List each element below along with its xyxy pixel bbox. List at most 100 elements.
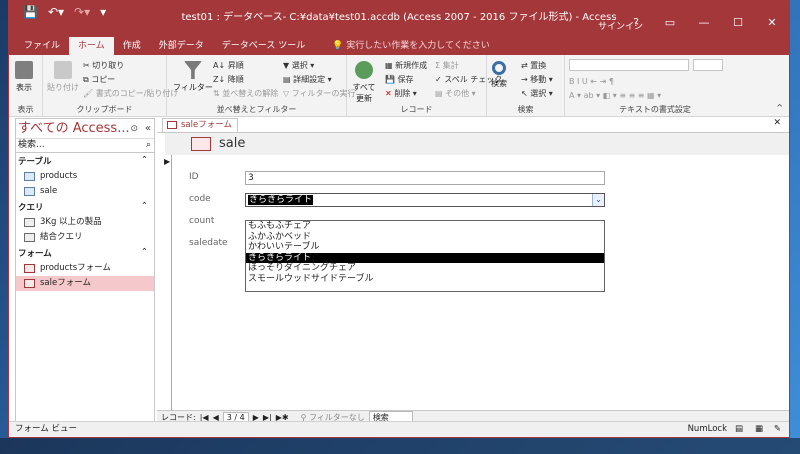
selection-button[interactable]: ▼ 選択 ▾ <box>283 60 314 71</box>
tab-database-tools[interactable]: データベース ツール <box>213 37 314 55</box>
maximize-button[interactable]: ☐ <box>721 1 755 37</box>
layout-view-icon[interactable]: ▦ <box>755 422 763 437</box>
nav-header-title: すべての Access... <box>18 121 130 136</box>
nav-item-sale[interactable]: sale <box>16 184 154 199</box>
tab-create[interactable]: 作成 <box>114 37 150 55</box>
sort-filter-group-caption: 並べ替えとフィルター <box>216 105 297 114</box>
nav-item-sale-form[interactable]: saleフォーム <box>16 276 154 291</box>
tell-me-box[interactable]: 💡 実行したい作業を入力してください <box>314 37 490 55</box>
nav-section-forms[interactable]: フォーム ⌃ <box>16 245 154 261</box>
dropdown-option[interactable]: スモールウッドサイドテーブル <box>246 274 604 285</box>
nav-item-label: saleフォーム <box>40 278 91 288</box>
nav-section-queries[interactable]: クエリ ⌃ <box>16 199 154 215</box>
taskbar <box>0 438 800 454</box>
descending-label: 降順 <box>227 75 244 84</box>
dropdown-option[interactable]: ほっそりダイニングチェア <box>246 263 604 274</box>
tab-external-data[interactable]: 外部データ <box>150 37 213 55</box>
chevron-down-icon[interactable]: ⌄ <box>592 194 604 206</box>
dropdown-option[interactable]: かわいいテーブル <box>246 242 604 253</box>
bold-italic-underline[interactable]: B I U ⇤ ⇥ ¶ <box>569 77 614 86</box>
filter-button[interactable]: フィルター <box>173 61 213 93</box>
format-painter-button[interactable]: 🖌 書式のコピー/貼り付け <box>83 88 178 99</box>
form-header-icon <box>191 137 211 151</box>
goto-button[interactable]: → 移動 ▾ <box>521 74 553 85</box>
refresh-all-label: すべて更新 <box>352 83 376 103</box>
collapse-ribbon-icon[interactable]: ^ <box>776 103 783 112</box>
copy-button[interactable]: ⧉ コピー <box>83 74 115 85</box>
form-view-icon[interactable]: ▤ <box>735 422 743 437</box>
access-window: 💾 ↶▾ ↷▾ ▾ test01 : データベース- C:¥data¥test0… <box>8 0 790 438</box>
view-button[interactable]: 表示 <box>15 61 33 93</box>
nav-search-icon[interactable]: ⌕ <box>146 139 151 152</box>
remove-sort-label: 並べ替えの解除 <box>222 89 279 98</box>
font-size-combo[interactable] <box>693 59 723 71</box>
find-button[interactable]: 検索 <box>491 61 507 89</box>
delete-record-button[interactable]: ✕ 削除 ▾ <box>385 88 417 99</box>
tab-file[interactable]: ファイル <box>15 37 69 55</box>
toggle-filter-button[interactable]: ▽ フィルターの実行 <box>283 88 356 99</box>
nav-item-query-join[interactable]: 結合クエリ <box>16 230 154 245</box>
nav-item-products[interactable]: products <box>16 169 154 184</box>
magnifier-icon <box>492 61 506 75</box>
dropdown-option[interactable]: もふもふチェア <box>246 221 604 232</box>
cut-button[interactable]: ✂ 切り取り <box>83 60 124 71</box>
nav-collapse-icon[interactable]: « <box>145 119 151 139</box>
totals-button[interactable]: Σ 集計 <box>435 60 459 71</box>
nav-item-products-form[interactable]: productsフォーム <box>16 261 154 276</box>
refresh-all-button[interactable]: すべて更新 <box>351 61 377 104</box>
dropdown-option[interactable]: ふかふかベッド <box>246 232 604 243</box>
ribbon-display-icon[interactable]: ▭ <box>653 1 687 37</box>
nav-search-box[interactable]: 検索... ⌕ <box>16 139 154 153</box>
title-bar: 💾 ↶▾ ↷▾ ▾ test01 : データベース- C:¥data¥test0… <box>9 1 789 37</box>
record-selector[interactable]: ▶ <box>163 155 172 411</box>
save-record-button[interactable]: 💾 保存 <box>385 74 414 85</box>
close-button[interactable]: ✕ <box>755 1 789 37</box>
form-header: sale <box>165 133 789 155</box>
replace-button[interactable]: ⇄ 置換 <box>521 60 546 71</box>
chevron-up-icon: ⌃ <box>140 247 148 257</box>
form-title: sale <box>219 136 246 151</box>
select-button[interactable]: ↖ 選択 ▾ <box>521 88 553 99</box>
dropdown-option-selected[interactable]: きらきらライト <box>246 252 604 263</box>
nav-section-queries-title: クエリ <box>18 203 44 213</box>
help-button[interactable]: ? <box>619 1 653 37</box>
ascending-button[interactable]: A↓ 昇順 <box>213 60 244 71</box>
tab-home[interactable]: ホーム <box>69 37 114 55</box>
font-color-alignment[interactable]: A ▾ ab ▾ ◧ ▾ ≡ ≡ ≡ ▦ ▾ <box>569 91 661 100</box>
code-label: code <box>189 194 211 204</box>
design-view-icon[interactable]: ✎ <box>774 422 781 437</box>
status-view-name: フォーム ビュー <box>15 424 77 434</box>
nav-menu-icon[interactable]: ⊙ <box>130 119 138 139</box>
view-icon <box>15 61 33 79</box>
view-label: 表示 <box>16 83 32 92</box>
ribbon-tabs: ファイル ホーム 作成 外部データ データベース ツール 💡 実行したい作業を入… <box>9 37 789 55</box>
query-icon <box>24 218 35 227</box>
advanced-button[interactable]: ▤ 詳細設定 ▾ <box>283 74 332 85</box>
font-name-combo[interactable] <box>569 59 689 71</box>
navigation-pane: すべての Access... ⊙ « 検索... ⌕ テーブル ⌃ product… <box>15 118 155 423</box>
sort-filter-group: フィルター A↓ 昇順 Z↓ 降順 ⇅ 並べ替えの解除 ▼ 選択 ▾ ▤ 詳細設… <box>167 55 356 117</box>
text-format-group-caption: テキストの書式設定 <box>619 105 691 114</box>
paste-button[interactable]: 貼り付け <box>47 61 79 93</box>
views-group-caption: 表示 <box>17 105 34 114</box>
code-dropdown-list: もふもふチェア ふかふかベッド かわいいテーブル きらきらライト ほっそりダイニ… <box>245 220 605 292</box>
toggle-filter-label: フィルターの実行 <box>291 89 356 98</box>
close-document-icon[interactable]: ✕ <box>773 118 781 128</box>
descending-button[interactable]: Z↓ 降順 <box>213 74 244 85</box>
nav-section-tables[interactable]: テーブル ⌃ <box>16 153 154 169</box>
id-field[interactable]: 3 <box>245 171 605 185</box>
code-combo[interactable]: きらきらライト ⌄ <box>245 193 605 207</box>
cut-label: 切り取り <box>92 61 125 70</box>
delete-record-label: 削除 <box>394 89 411 98</box>
nav-header[interactable]: すべての Access... ⊙ « <box>16 119 154 139</box>
new-record-button[interactable]: ▦ 新規作成 <box>385 60 427 71</box>
nav-item-query-3kg[interactable]: 3Kg 以上の製品 <box>16 215 154 230</box>
code-combo-value: きらきらライト <box>248 195 314 205</box>
remove-sort-button[interactable]: ⇅ 並べ替えの解除 <box>213 88 278 99</box>
minimize-button[interactable]: — <box>687 1 721 37</box>
chevron-up-icon: ⌃ <box>140 155 148 165</box>
document-tab[interactable]: saleフォーム <box>162 118 238 132</box>
more-button[interactable]: ▤ その他 ▾ <box>435 88 476 99</box>
goto-label: 移動 <box>530 75 547 84</box>
nav-section-tables-title: テーブル <box>18 157 52 167</box>
